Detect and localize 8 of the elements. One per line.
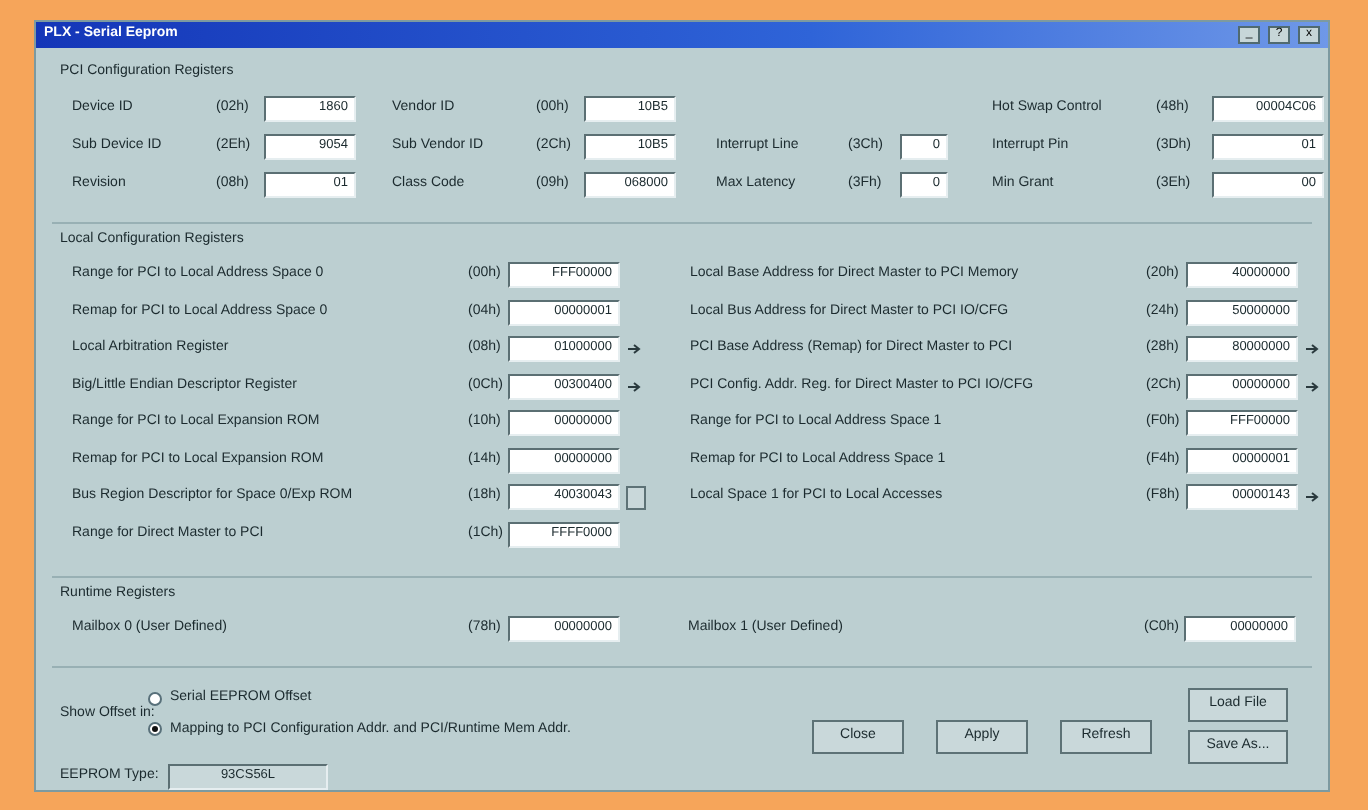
arrow-icon[interactable]	[1304, 488, 1322, 506]
arrow-icon[interactable]	[626, 340, 644, 358]
arrow-icon[interactable]	[626, 377, 644, 395]
arrow-icon[interactable]	[1304, 377, 1322, 395]
small-button[interactable]	[626, 485, 646, 509]
arrow-icon[interactable]	[1304, 340, 1322, 358]
radio-button[interactable]	[148, 691, 162, 706]
radio-button[interactable]	[148, 722, 162, 737]
